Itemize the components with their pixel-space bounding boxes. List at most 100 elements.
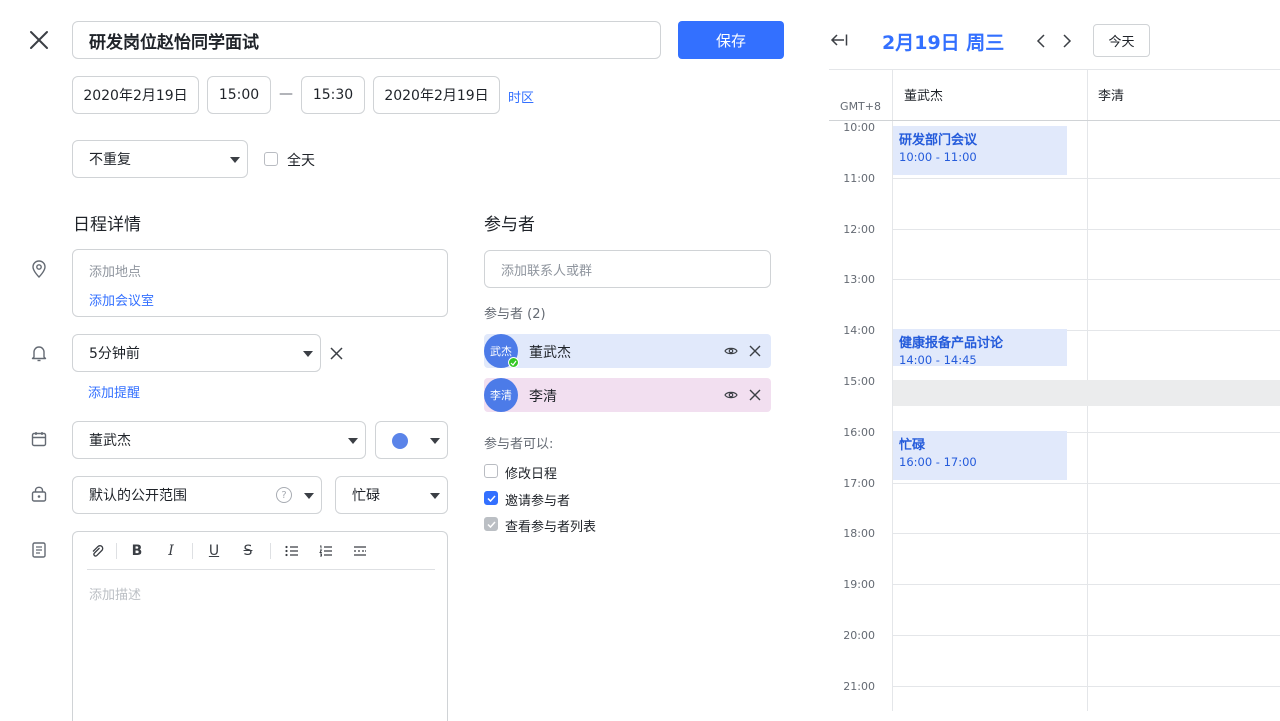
permission-invite-checkbox[interactable] (484, 491, 498, 505)
calendar-event[interactable]: 忙碌 16:00 - 17:00 (893, 431, 1067, 480)
bell-icon (31, 345, 47, 362)
attendee-search-input[interactable]: 添加联系人或群 (484, 250, 771, 288)
event-time: 16:00 - 17:00 (899, 455, 1061, 469)
eye-icon[interactable] (724, 346, 738, 356)
chevron-down-icon (230, 157, 240, 163)
remove-reminder-icon[interactable] (330, 347, 343, 360)
chevron-down-icon (430, 438, 440, 444)
today-label: 今天 (1108, 31, 1134, 50)
end-date-field[interactable]: 2020年2月19日 (373, 76, 500, 114)
help-icon[interactable]: ? (276, 487, 292, 503)
toolbar-separator-line (87, 569, 435, 570)
details-heading: 日程详情 (73, 210, 141, 235)
bold-icon[interactable]: B (127, 541, 147, 561)
hour-line (893, 635, 1280, 636)
calendar-event[interactable]: 研发部门会议 10:00 - 11:00 (893, 126, 1067, 175)
permission-label: 邀请参与者 (505, 490, 570, 509)
chevron-right-icon[interactable] (1062, 34, 1072, 48)
remove-attendee-icon[interactable] (749, 389, 761, 401)
reminder-select[interactable]: 5分钟前 (72, 334, 321, 372)
eye-icon[interactable] (724, 390, 738, 400)
permission-edit-checkbox[interactable] (484, 464, 498, 478)
bullet-list-icon[interactable] (282, 541, 302, 561)
repeat-select[interactable]: 不重复 (72, 140, 248, 178)
hour-label: 14:00 (829, 324, 875, 337)
description-input[interactable]: 添加描述 (89, 584, 141, 603)
attendee-name: 李清 (529, 386, 557, 406)
repeat-value: 不重复 (89, 149, 131, 169)
hour-line (893, 279, 1280, 280)
attendees-heading: 参与者 (484, 210, 535, 235)
column-header: 董武杰 (904, 85, 943, 104)
divider-line-icon[interactable] (350, 541, 370, 561)
range-separator: — (279, 86, 293, 102)
event-time: 14:00 - 14:45 (899, 353, 1061, 367)
busy-value: 忙碌 (352, 485, 380, 505)
attachment-icon[interactable] (87, 541, 107, 561)
hour-label: 21:00 (829, 680, 875, 693)
calendar-select[interactable]: 董武杰 (72, 421, 366, 459)
event-title: 健康报备产品讨论 (899, 332, 1061, 351)
hour-label: 10:00 (829, 121, 875, 134)
description-icon (32, 542, 46, 558)
end-time-field[interactable]: 15:30 (301, 76, 365, 114)
help-glyph: ? (281, 490, 286, 501)
color-dot (392, 433, 408, 449)
lock-icon (31, 486, 47, 502)
location-input[interactable]: 添加地点 (89, 261, 141, 280)
hour-line (893, 178, 1280, 179)
allday-checkbox[interactable] (264, 152, 278, 166)
attendee-row[interactable]: 武杰 董武杰 (484, 334, 771, 368)
hour-label: 19:00 (829, 578, 875, 591)
calendar-date-title: 2月19日 周三 (882, 28, 1004, 55)
hour-label: 20:00 (829, 629, 875, 642)
toolbar-divider (192, 543, 193, 559)
permission-label: 修改日程 (505, 463, 557, 482)
today-button[interactable]: 今天 (1093, 24, 1150, 57)
underline-icon[interactable]: U (204, 541, 224, 561)
numbered-list-icon[interactable] (316, 541, 336, 561)
close-icon[interactable] (28, 29, 50, 51)
collapse-panel-icon[interactable] (830, 33, 848, 47)
strikethrough-icon[interactable]: S (238, 541, 258, 561)
timezone-label: GMT+8 (829, 100, 881, 113)
color-select[interactable] (375, 421, 448, 459)
permission-label: 查看参与者列表 (505, 516, 596, 535)
calendar-icon (31, 431, 47, 447)
end-time-value: 15:30 (313, 87, 353, 103)
permissions-heading: 参与者可以: (484, 433, 553, 452)
chevron-down-icon (303, 351, 313, 357)
visibility-select[interactable]: 默认的公开范围 ? (72, 476, 322, 514)
add-room-link[interactable]: 添加会议室 (89, 290, 154, 309)
remove-attendee-icon[interactable] (749, 345, 761, 357)
title-input[interactable]: 研发岗位赵怡同学面试 (72, 21, 661, 59)
hour-line (893, 686, 1280, 687)
save-label: 保存 (716, 30, 746, 51)
hour-label: 18:00 (829, 527, 875, 540)
chevron-left-icon[interactable] (1036, 34, 1046, 48)
event-title: 研发部门会议 (899, 129, 1061, 148)
hour-line (893, 229, 1280, 230)
save-button[interactable]: 保存 (678, 21, 784, 59)
hour-label: 11:00 (829, 172, 875, 185)
hour-label: 15:00 (829, 375, 875, 388)
start-time-field[interactable]: 15:00 (207, 76, 271, 114)
attendee-row[interactable]: 李清 李清 (484, 378, 771, 412)
calendar-event[interactable]: 健康报备产品讨论 14:00 - 14:45 (893, 329, 1067, 366)
italic-icon[interactable]: I (161, 541, 181, 561)
location-box[interactable]: 添加地点 添加会议室 (72, 249, 448, 317)
start-date-field[interactable]: 2020年2月19日 (72, 76, 199, 114)
calendar-grid-top-line (829, 120, 1280, 121)
attendee-count: 参与者 (2) (484, 303, 546, 322)
start-date-value: 2020年2月19日 (83, 85, 187, 105)
add-reminder-link[interactable]: 添加提醒 (88, 382, 140, 401)
hour-label: 16:00 (829, 426, 875, 439)
attendee-name: 董武杰 (529, 342, 571, 362)
busy-select[interactable]: 忙碌 (335, 476, 448, 514)
allday-label: 全天 (287, 150, 315, 170)
permission-view-list-checkbox (484, 517, 498, 531)
start-time-value: 15:00 (219, 87, 259, 103)
calendar-header-line (829, 69, 1280, 70)
hour-line (893, 584, 1280, 585)
timezone-link[interactable]: 时区 (508, 87, 534, 106)
